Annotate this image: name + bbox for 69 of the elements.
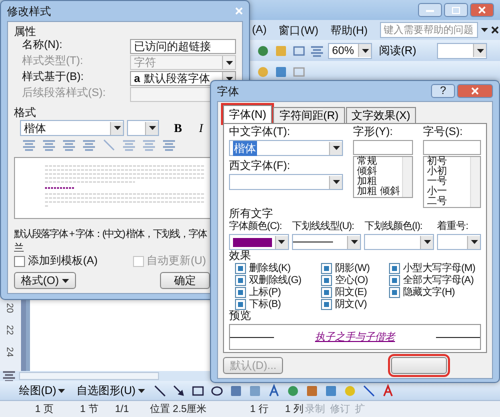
checkbox-label: 隐藏文字(H) (403, 287, 455, 298)
help-search-field[interactable]: 键入需要帮助的问题 (380, 22, 478, 38)
chinese-font-combo[interactable]: 楷体 (229, 140, 344, 156)
status-item: 位置 2.5厘米 (150, 402, 208, 416)
field-label: 下划线线型(U): (292, 221, 354, 233)
field-label: 样式类型(T): (22, 55, 84, 68)
dialog-title: 字体 (217, 84, 239, 98)
font-style-list[interactable]: 常规 倾斜 加粗 加粗 倾斜 (353, 156, 413, 198)
ok-button[interactable]: 确定 (160, 272, 210, 289)
italic-button[interactable]: I (191, 120, 211, 136)
status-item: 录制 (305, 402, 326, 416)
ruler-number: 24 (6, 347, 16, 357)
zoom-combo[interactable]: 60% (328, 42, 372, 58)
menu-item[interactable]: (A) (252, 24, 267, 36)
style-description: 默认段落字体 + 字体：(中文) 楷体，下划线，字体 (14, 228, 206, 241)
status-item: 修订 (330, 403, 351, 416)
checkbox-label: 阴文(V) (335, 299, 367, 310)
draw-menu[interactable]: 绘图(D) (16, 382, 68, 399)
font-size-list[interactable]: 初号 小初 一号 小一 二号 (423, 156, 481, 208)
checkbox-label: 全部大写字母(A) (403, 275, 474, 286)
tab[interactable]: 字符间距(R) (273, 107, 345, 123)
style-select[interactable]: a 默认段落字体 (130, 71, 236, 86)
checkbox-label: 双删除线(G) (249, 275, 302, 286)
style-description: 兰 (14, 242, 23, 255)
status-item: 扩 (355, 402, 366, 416)
section-label: 格式 (14, 107, 36, 120)
group-label: 所有文字 (229, 208, 273, 220)
field-label: 字形(Y): (353, 126, 393, 139)
tab[interactable]: 文字效果(X) (346, 107, 416, 123)
checkbox-label: 阳文(E) (335, 287, 367, 298)
section-label: 属性 (14, 26, 36, 39)
dialog-title: 修改样式 (7, 4, 51, 18)
group-label: 预览 (229, 310, 251, 323)
ruler-number: 20 (6, 303, 16, 313)
field-label: 着重号: (437, 221, 468, 233)
autoshapes-menu[interactable]: 自选图形(U) (73, 382, 148, 399)
field-label: 字号(S): (423, 126, 463, 139)
checkbox-label: 下标(B) (249, 299, 281, 310)
checkbox-label: 空心(O) (335, 275, 368, 286)
group-label: 效果 (229, 250, 251, 263)
checkbox-label: 删除线(K) (249, 263, 291, 274)
field-label: 后续段落样式(S): (22, 87, 107, 100)
field-label: 字体颜色(C): (229, 221, 282, 233)
tab[interactable]: 字体(N) (223, 105, 272, 123)
name-field[interactable]: 已访问的超链接 (130, 39, 236, 54)
field-label: 名称(N): (22, 39, 64, 52)
field-label: 西文字体(F): (229, 160, 290, 173)
preview-text: 执子之手与子偕老 (315, 330, 395, 344)
checkbox-label: 自动更新(U) (146, 255, 206, 268)
field-label: 中文字体(T): (229, 126, 290, 139)
status-item: 1 页 (35, 403, 54, 416)
bold-button[interactable]: B (168, 120, 188, 136)
font-combo[interactable]: 楷体 (20, 120, 124, 136)
ruler-number: 22 (6, 325, 16, 335)
menu-item[interactable]: 窗口(W) (278, 22, 318, 38)
status-item: 1 列 (285, 403, 304, 416)
field-label: 样式基于(B): (22, 71, 85, 84)
menu-item[interactable]: 帮助(H) (330, 22, 368, 38)
status-item: 1/1 (115, 404, 130, 414)
read-button[interactable]: 阅读(R) (376, 42, 420, 59)
checkbox-label: 阴影(W) (335, 263, 370, 274)
field-label: 下划线颜色(I): (364, 221, 422, 233)
checkbox-label: 添加到模板(A) (28, 255, 98, 268)
format-button[interactable]: 格式(O) (14, 272, 76, 289)
status-item: 1 节 (80, 402, 100, 416)
checkbox-label: 小型大写字母(M) (403, 263, 476, 274)
checkbox-label: 上标(P) (249, 287, 281, 298)
help-button[interactable]: ? (431, 84, 455, 98)
status-item: 1 行 (250, 403, 270, 416)
